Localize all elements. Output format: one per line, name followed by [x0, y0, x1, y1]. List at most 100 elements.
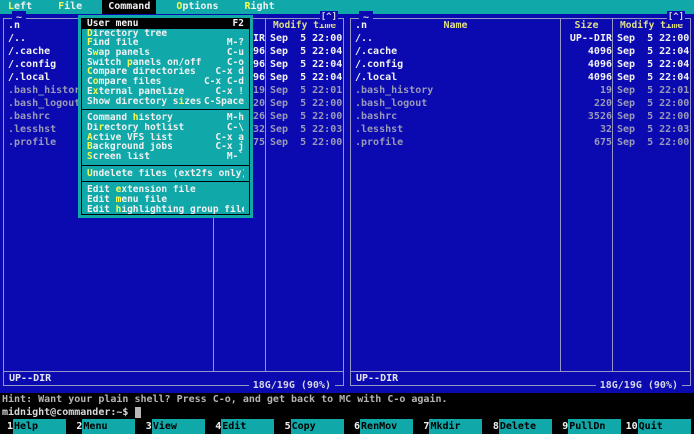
file-size: 220 — [560, 97, 612, 110]
function-key-number: 9 — [562, 421, 569, 432]
command-menu-item[interactable]: Edit menu file — [82, 195, 249, 205]
menu-item-label: Edit extension file — [87, 185, 196, 195]
file-mtime: Sep 5 22:00 — [612, 32, 690, 45]
command-menu-item[interactable]: Command history M-h — [82, 113, 249, 123]
file-mtime: Sep 5 22:04 — [612, 71, 690, 84]
function-key-bar: 1 Help 2 Menu 3 View 4 Edit 5 Copy 6 RenMov 7 Mkdir 8 D… — [0, 419, 694, 434]
file-name: .bashrc — [355, 111, 398, 122]
function-key-label: Mkdir — [429, 419, 483, 434]
file-size: 32 — [560, 123, 612, 136]
function-key-label: Edit — [221, 419, 275, 434]
menu-item-label: Compare directories — [87, 67, 196, 78]
menu-item-label: Swap panels — [87, 48, 150, 58]
function-key-number: 8 — [492, 421, 499, 432]
menu-item-label: Directory hotlist — [87, 122, 185, 133]
menu-item-label: Edit menu file — [87, 195, 168, 205]
command-menu-item[interactable]: Show directory sizes C-Space — [82, 96, 249, 107]
menu-item-label: User menu — [87, 19, 139, 29]
file-row[interactable]: /.local 4096Sep 5 22:04 — [351, 71, 690, 84]
menu-item-label: Active VFS list — [87, 132, 173, 143]
file-mtime: Sep 5 22:00 — [612, 136, 690, 149]
command-menu-item[interactable]: Edit extension file — [82, 185, 249, 195]
command-menu-item[interactable]: Background jobs C-x j — [82, 142, 249, 152]
fkey-copy[interactable]: 5 Copy — [278, 419, 347, 434]
function-key-label: Help — [13, 419, 66, 434]
function-key-label: PullDn — [568, 419, 622, 434]
menu-item-label: Edit highlighting group file — [87, 204, 244, 215]
command-menu-list: User menu F2 Directory tree Find file M-? Swa… — [81, 18, 250, 216]
column-header-name[interactable]: Name — [443, 20, 467, 31]
menu-separator — [82, 181, 249, 183]
menubar-item-options[interactable]: Options — [170, 0, 224, 14]
function-key-number: 10 — [625, 421, 638, 432]
hint-line: Hint: Want your plain shell? Press C-o, … — [0, 393, 694, 406]
command-line[interactable]: midnight@commander:~$ — [0, 406, 694, 419]
column-header-size[interactable]: Size — [560, 19, 612, 32]
right-panel-up-icon[interactable]: [^] — [666, 11, 685, 24]
menu-item-label: Screen list — [87, 151, 150, 162]
file-mtime: Sep 5 22:04 — [612, 45, 690, 58]
file-row[interactable]: /.. UP--DIRSep 5 22:00 — [351, 32, 690, 45]
file-row[interactable]: .lesshst 32 Sep 5 22:03 — [351, 123, 690, 136]
command-menu-item[interactable]: Edit highlighting group file — [82, 205, 249, 215]
fkey-pulldn[interactable]: 9 PullDn — [555, 419, 624, 434]
text-cursor — [135, 406, 142, 418]
menu-item-shortcut: M-` — [226, 150, 244, 162]
menu-separator — [82, 109, 249, 111]
shell-prompt: midnight@commander:~$ — [2, 407, 135, 418]
file-mtime: Sep 5 22:04 — [265, 58, 343, 71]
menubar-item-file[interactable]: File — [52, 0, 88, 14]
fkey-view[interactable]: 3 View — [139, 419, 208, 434]
command-menu-item[interactable]: Undelete files (ext2fs only) — [82, 169, 249, 179]
command-menu-item[interactable]: Find file M-? — [82, 38, 249, 48]
menubar-item-right[interactable]: Right — [239, 0, 281, 14]
function-key-label: Copy — [290, 419, 344, 434]
file-mtime: Sep 5 22:00 — [265, 136, 343, 149]
left-panel-up-icon[interactable]: [^] — [319, 11, 338, 24]
file-name: /.config — [355, 59, 404, 70]
sort-order-marker: .n — [8, 20, 21, 31]
function-key-number: 2 — [76, 421, 83, 432]
file-mtime: Sep 5 22:04 — [612, 58, 690, 71]
function-key-label: Quit — [637, 419, 691, 434]
fkey-mkdir[interactable]: 7 Mkdir — [416, 419, 485, 434]
right-file-list: /.. UP--DIR Sep 5 22:00/.cache 4096 Sep 5 22… — [351, 32, 690, 149]
right-free-space: 18G/19G (90%) — [595, 379, 682, 392]
fkey-menu[interactable]: 2 Menu — [69, 419, 138, 434]
file-mtime: Sep 5 22:03 — [265, 123, 343, 136]
fkey-help[interactable]: 1 Help — [0, 419, 69, 434]
file-mtime: Sep 5 22:03 — [612, 123, 690, 136]
menubar-item-command[interactable]: Command — [102, 0, 157, 14]
function-key-label: Delete — [498, 419, 552, 434]
file-row[interactable]: .bashrc 3526Sep 5 22:00 — [351, 110, 690, 123]
file-row[interactable]: .bash_history 19 Sep 5 22:01 — [351, 84, 690, 97]
fkey-edit[interactable]: 4 Edit — [208, 419, 277, 434]
right-list-empty-area — [351, 149, 690, 371]
file-name: .bash_logout — [355, 98, 428, 109]
file-mtime: Sep 5 22:00 — [265, 32, 343, 45]
command-menu-item[interactable]: Screen list M-` — [82, 152, 249, 162]
menu-separator — [82, 164, 249, 166]
command-menu-item[interactable]: Swap panels C-u — [82, 48, 249, 58]
fkey-renmov[interactable]: 6 RenMov — [347, 419, 416, 434]
command-menu-item[interactable]: User menu F2 — [82, 19, 249, 29]
file-row[interactable]: /.cache 4096Sep 5 22:04 — [351, 45, 690, 58]
file-row[interactable]: .profile 675 Sep 5 22:00 — [351, 136, 690, 149]
command-menu-item[interactable]: Directory tree — [82, 29, 249, 39]
menu-item-shortcut: F2 — [232, 18, 244, 29]
right-panel: ~ [^] .n Name Size Modify time /.. UP--DIR… — [350, 11, 691, 392]
panels-area: ~ [^] .nName Size Modify time /..UP--DIR… — [0, 11, 694, 393]
menu-item-label: Directory tree — [87, 28, 168, 39]
fkey-quit[interactable]: 10 Quit — [625, 419, 694, 434]
file-row[interactable]: /.config 4096Sep 5 22:04 — [351, 58, 690, 71]
function-key-label: View — [151, 419, 205, 434]
file-mtime: Sep 5 22:00 — [612, 110, 690, 123]
file-size: 675 — [560, 136, 612, 149]
fkey-delete[interactable]: 8 Delete — [486, 419, 555, 434]
function-key-number: 5 — [284, 421, 291, 432]
menu-item-label: External panelize — [87, 86, 185, 97]
right-panel-header: .n Name Size Modify time — [351, 19, 690, 32]
file-name: .bash_history — [355, 85, 434, 96]
file-row[interactable]: .bash_logout 220 Sep 5 22:00 — [351, 97, 690, 110]
file-mtime: Sep 5 22:04 — [265, 71, 343, 84]
